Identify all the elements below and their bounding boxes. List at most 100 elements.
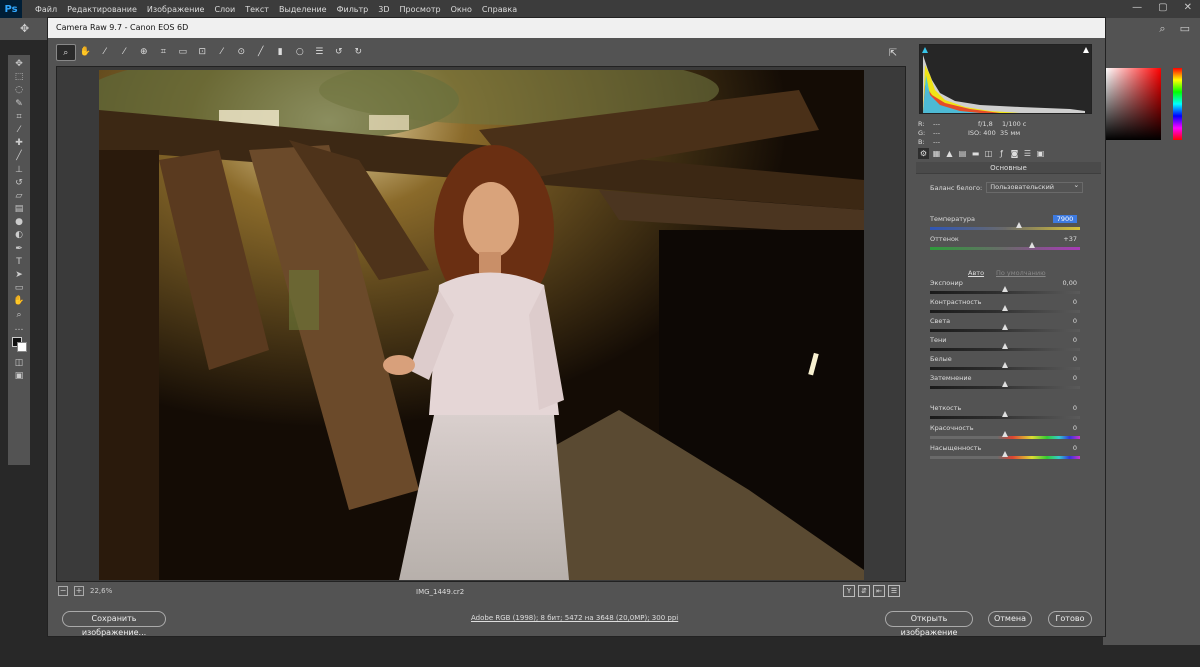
split-toning-icon[interactable]: ▬ [970,148,981,159]
lasso-tool-icon[interactable]: ◌ [11,84,27,97]
menu-filter[interactable]: Фильтр [332,5,374,14]
color-swatches[interactable] [11,335,27,357]
dodge-tool-icon[interactable]: ◐ [11,229,27,242]
camera-calibration-icon[interactable]: ◙ [1009,148,1020,159]
gradient-tool-icon[interactable]: ▤ [11,203,27,216]
red-eye-icon[interactable]: ⊙ [232,44,252,61]
blur-tool-icon[interactable]: ● [11,216,27,229]
quick-select-tool-icon[interactable]: ✎ [11,98,27,111]
menu-edit[interactable]: Редактирование [62,5,142,14]
done-button[interactable]: Готово [1048,611,1092,627]
menu-type[interactable]: Текст [240,5,274,14]
swap-before-after-icon[interactable]: ⇵ [858,585,870,597]
zoom-out-button[interactable]: − [58,586,68,596]
slider-temperature[interactable]: Температура 7900 [930,215,1080,235]
healing-tool-icon[interactable]: ✚ [11,137,27,150]
copy-settings-icon[interactable]: ⇤ [873,585,885,597]
crop-tool-icon[interactable]: ⌗ [11,111,27,124]
slider-value[interactable]: +37 [1053,235,1077,243]
hsl-icon[interactable]: ▤ [957,148,968,159]
save-image-button[interactable]: Сохранить изображение... [62,611,166,637]
auto-link[interactable]: Авто [968,269,984,277]
color-sampler-icon[interactable]: ⁄ [115,44,135,61]
slider-value[interactable]: 0 [1053,444,1077,452]
radial-filter-icon[interactable]: ○ [290,44,310,61]
eraser-tool-icon[interactable]: ▱ [11,190,27,203]
background-color[interactable] [17,341,27,352]
type-tool-icon[interactable]: T [11,256,27,269]
slider-thumb[interactable] [1029,242,1035,248]
slider-value[interactable]: 0 [1053,298,1077,306]
menu-layers[interactable]: Слои [209,5,240,14]
slider-thumb[interactable] [1002,411,1008,417]
detail-icon[interactable]: ▲ [944,148,955,159]
ps-hue-slider[interactable] [1173,68,1182,140]
move-icon[interactable]: ✥ [20,22,29,35]
menu-file[interactable]: Файл [30,5,62,14]
slider-thumb[interactable] [1002,305,1008,311]
slider-value[interactable]: 7900 [1053,215,1077,223]
menu-help[interactable]: Справка [477,5,522,14]
lens-icon[interactable]: ◫ [983,148,994,159]
slider-whites[interactable]: Белые 0 [930,355,1080,375]
zoom-in-button[interactable]: + [74,586,84,596]
slider-thumb[interactable] [1002,324,1008,330]
slider-value[interactable]: 0 [1053,404,1077,412]
fx-icon[interactable]: ƒ [996,148,1007,159]
slider-blacks[interactable]: Затемнение 0 [930,374,1080,394]
preview-canvas[interactable] [56,66,906,582]
straighten-icon[interactable]: ▭ [173,44,193,61]
workspace-icon[interactable]: ▭ [1180,22,1190,36]
menu-image[interactable]: Изображение [142,5,210,14]
stamp-tool-icon[interactable]: ⊥ [11,164,27,177]
menu-view[interactable]: Просмотр [395,5,446,14]
slider-clarity[interactable]: Четкость 0 [930,404,1080,424]
white-balance-icon[interactable]: ⁄ [95,44,115,61]
search-icon[interactable]: ⌕ [1159,22,1165,36]
slider-thumb[interactable] [1002,343,1008,349]
brush-tool-icon[interactable]: ╱ [11,150,27,163]
zoom-level[interactable]: 22,6% [90,587,112,595]
menu-3d[interactable]: 3D [373,5,394,14]
screen-mode-icon[interactable]: ▣ [11,370,27,383]
slider-value[interactable]: 0 [1053,355,1077,363]
presets-icon[interactable]: ☰ [1022,148,1033,159]
pen-tool-icon[interactable]: ✒ [11,243,27,256]
slider-vibrance[interactable]: Красочность 0 [930,424,1080,444]
graduated-filter-icon[interactable]: ▮ [271,44,291,61]
rotate-right-icon[interactable]: ↻ [349,44,369,61]
slider-track[interactable] [930,227,1080,230]
adjustment-brush-icon[interactable]: ╱ [251,44,271,61]
slider-saturation[interactable]: Насыщенность 0 [930,444,1080,464]
move-tool-icon[interactable]: ✥ [11,58,27,71]
slider-exposure[interactable]: Экспонир 0,00 [930,279,1080,299]
snapshots-icon[interactable]: ▣ [1035,148,1046,159]
slider-value[interactable]: 0 [1053,424,1077,432]
slider-thumb[interactable] [1002,431,1008,437]
slider-value[interactable]: 0,00 [1053,279,1077,287]
slider-shadows[interactable]: Тени 0 [930,336,1080,356]
slider-thumb[interactable] [1015,222,1022,228]
marquee-tool-icon[interactable]: ⬚ [11,71,27,84]
maximize-icon[interactable]: ▢ [1158,2,1167,13]
menu-window[interactable]: Окно [446,5,477,14]
menu-select[interactable]: Выделение [274,5,332,14]
fullscreen-icon[interactable]: ⇱ [886,47,900,61]
path-select-icon[interactable]: ➤ [11,269,27,282]
slider-thumb[interactable] [1002,362,1008,368]
history-brush-icon[interactable]: ↺ [11,177,27,190]
slider-contrast[interactable]: Контрастность 0 [930,298,1080,318]
slider-track[interactable] [930,247,1080,250]
transform-icon[interactable]: ⊡ [193,44,213,61]
hand-icon[interactable]: ✋ [76,44,96,61]
workflow-options-link[interactable]: Adobe RGB (1998); 8 бит; 5472 на 3648 (2… [471,614,678,622]
crop-icon[interactable]: ⌗ [154,44,174,61]
shape-tool-icon[interactable]: ▭ [11,282,27,295]
slider-tint[interactable]: Оттенок +37 [930,235,1080,255]
rotate-left-icon[interactable]: ↺ [329,44,349,61]
slider-value[interactable]: 0 [1053,374,1077,382]
before-after-y-icon[interactable]: Y [843,585,855,597]
tone-curve-icon[interactable]: ▦ [931,148,942,159]
eyedropper-tool-icon[interactable]: ⁄ [11,124,27,137]
quick-mask-icon[interactable]: ◫ [11,357,27,370]
